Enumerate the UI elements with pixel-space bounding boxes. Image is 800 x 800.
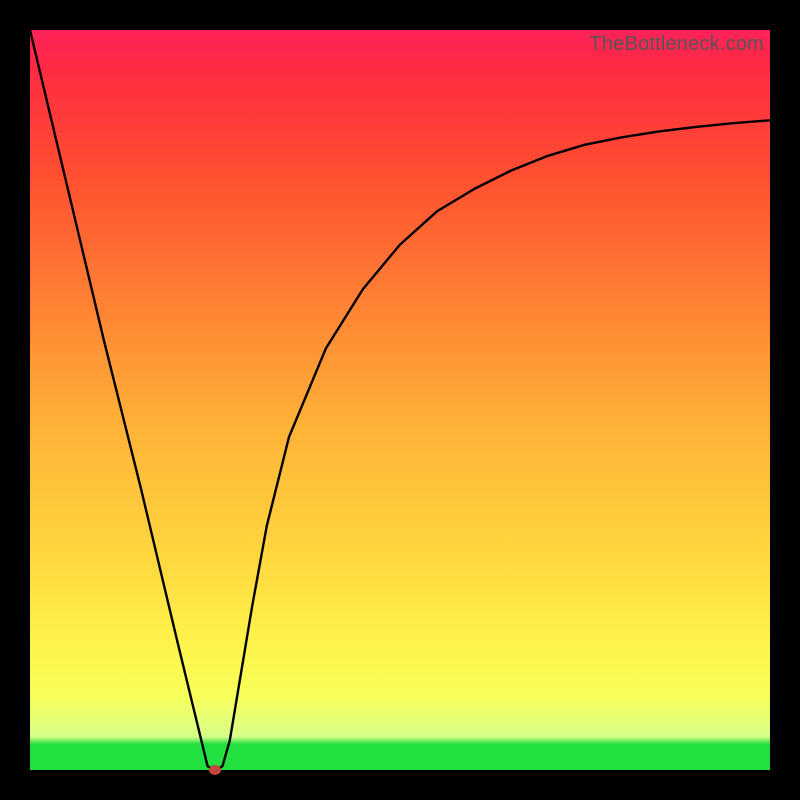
plot-area: TheBottleneck.com [30,30,770,770]
chart-frame: TheBottleneck.com [0,0,800,800]
optimal-point-marker [209,765,221,775]
bottleneck-curve [30,30,770,770]
curve-layer [30,30,770,770]
